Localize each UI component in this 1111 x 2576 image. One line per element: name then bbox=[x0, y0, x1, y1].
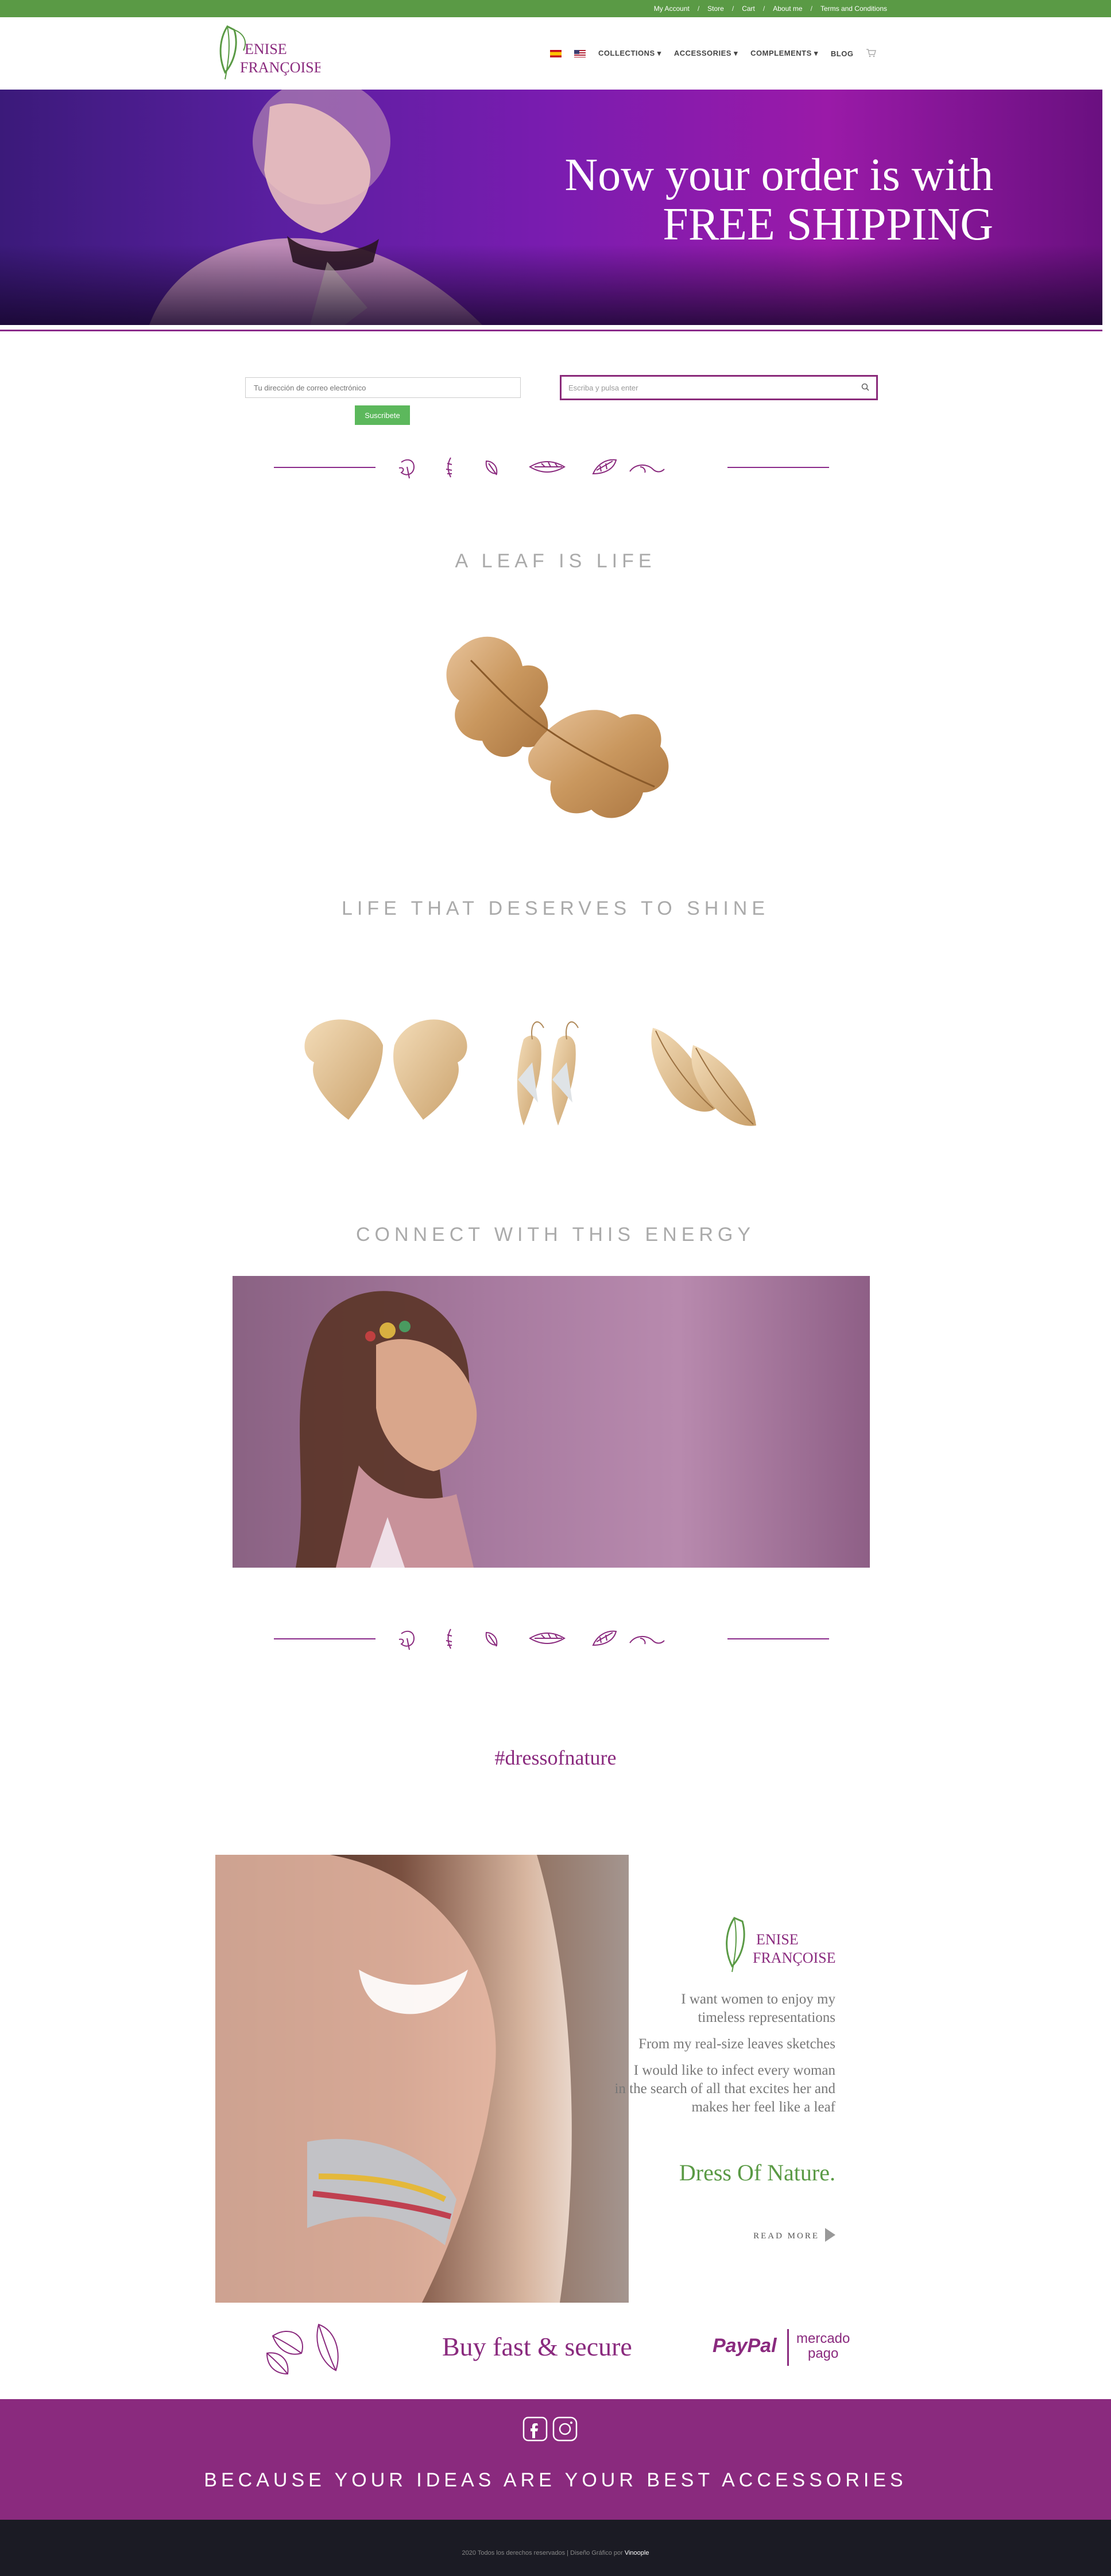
leaves-logo-icon bbox=[266, 2323, 339, 2375]
separator: / bbox=[810, 5, 812, 13]
section-title-shine: LIFE THAT DESERVES TO SHINE bbox=[341, 898, 770, 919]
social-links bbox=[522, 2416, 578, 2445]
top-links: My Account / Store / Cart / About me / T… bbox=[654, 0, 887, 17]
leaf-icons bbox=[398, 1629, 665, 1650]
section-title-leaf: A LEAF IS LIFE bbox=[455, 550, 656, 572]
chevron-down-icon: ▾ bbox=[814, 49, 818, 57]
nav-blog[interactable]: BLOG bbox=[831, 49, 854, 58]
mercadopago-text: mercado bbox=[796, 2331, 850, 2346]
read-more-label: READ MORE bbox=[753, 2231, 819, 2241]
arrow-right-icon bbox=[825, 2228, 835, 2245]
svg-text:FRANÇOISE: FRANÇOISE bbox=[753, 1950, 835, 1966]
payment-row: Buy fast & secure PayPal mercado pago bbox=[215, 2314, 853, 2383]
top-link-store[interactable]: Store bbox=[707, 5, 724, 13]
leaf-ornament bbox=[274, 450, 829, 484]
separator: / bbox=[762, 5, 765, 13]
subscribe-button[interactable]: Suscribete bbox=[355, 405, 410, 425]
promo-text-line: in the search of all that excites her an… bbox=[614, 2081, 835, 2097]
main-nav: COLLECTIONS ▾ ACCESSORIES ▾ COMPLEMENTS … bbox=[550, 45, 877, 62]
site-logo[interactable]: ENISE FRANÇOISE bbox=[217, 22, 323, 85]
promo-photo bbox=[215, 1855, 629, 2303]
divider bbox=[274, 1638, 376, 1639]
promo-text-line: I would like to infect every woman bbox=[633, 2063, 835, 2078]
read-more-link[interactable]: READ MORE bbox=[753, 2228, 835, 2245]
divider bbox=[727, 467, 829, 468]
uk-flag-icon[interactable] bbox=[574, 49, 586, 57]
copyright-text: 2020 Todos los derechos reservados | Dis… bbox=[462, 2550, 623, 2556]
divider bbox=[727, 1638, 829, 1639]
footer-tagline: BECAUSE YOUR IDEAS ARE YOUR BEST ACCESSO… bbox=[204, 2469, 907, 2491]
footer-band bbox=[0, 2399, 1111, 2520]
nav-complements[interactable]: COMPLEMENTS ▾ bbox=[750, 49, 818, 58]
earrings-product-1 bbox=[304, 1019, 467, 1120]
paypal-logo: PayPal bbox=[713, 2335, 777, 2357]
mercadopago-text: pago bbox=[807, 2346, 839, 2361]
chevron-down-icon: ▾ bbox=[734, 49, 738, 57]
promo-text-line: From my real-size leaves sketches bbox=[638, 2036, 835, 2052]
search-icon[interactable] bbox=[861, 383, 869, 393]
promo-text-line: makes her feel like a leaf bbox=[691, 2099, 835, 2115]
section-title-energy: CONNECT WITH THIS ENERGY bbox=[355, 1224, 756, 1246]
promo-block: ENISE FRANÇOISE I want women to enjoy my… bbox=[215, 1855, 853, 2303]
payment-headline: Buy fast & secure bbox=[442, 2332, 632, 2361]
top-link-my-account[interactable]: My Account bbox=[654, 5, 690, 13]
hashtag[interactable]: #dressofnature bbox=[0, 1746, 1111, 1770]
search-placeholder: Escriba y pulsa enter bbox=[568, 383, 638, 392]
promo-headline: Dress Of Nature. bbox=[679, 2160, 835, 2186]
top-link-about[interactable]: About me bbox=[773, 5, 802, 13]
promo-logo: ENISE FRANÇOISE bbox=[721, 1912, 835, 1981]
nav-collections[interactable]: COLLECTIONS ▾ bbox=[598, 49, 661, 58]
instagram-icon[interactable] bbox=[552, 2416, 578, 2445]
chevron-down-icon: ▾ bbox=[657, 49, 661, 57]
designer-link[interactable]: Vinoople bbox=[625, 2550, 649, 2556]
spain-flag-icon[interactable] bbox=[550, 49, 562, 57]
energy-photo[interactable] bbox=[233, 1276, 870, 1568]
leaf-icons bbox=[398, 457, 665, 479]
hero-heading-line2: FREE SHIPPING bbox=[663, 199, 993, 250]
cart-icon[interactable] bbox=[866, 48, 877, 59]
nav-accessories[interactable]: ACCESSORIES ▾ bbox=[674, 49, 738, 58]
leaf-jewelry-image[interactable] bbox=[436, 626, 683, 838]
bottom-bar bbox=[0, 2520, 1111, 2576]
email-field[interactable] bbox=[245, 377, 521, 398]
promo-text-line: I want women to enjoy my bbox=[681, 1991, 835, 2007]
mercadopago-logo: mercado pago bbox=[796, 2331, 850, 2361]
divider bbox=[787, 2329, 789, 2366]
earrings-gallery bbox=[303, 1011, 819, 1131]
earrings-product-3 bbox=[651, 1028, 756, 1126]
hero-heading-line1: Now your order is with bbox=[564, 150, 993, 200]
promo-text-line: timeless representations bbox=[698, 2010, 835, 2025]
search-input[interactable]: Escriba y pulsa enter bbox=[560, 375, 878, 400]
separator: / bbox=[731, 5, 734, 13]
facebook-icon[interactable] bbox=[522, 2416, 548, 2445]
hero-banner[interactable]: Now your order is with FREE SHIPPING bbox=[0, 90, 1102, 325]
divider bbox=[274, 467, 376, 468]
logo-text-1: ENISE bbox=[245, 41, 287, 57]
top-link-terms[interactable]: Terms and Conditions bbox=[820, 5, 887, 13]
promo-text: I want women to enjoy my timeless repres… bbox=[571, 1990, 835, 2117]
copyright: 2020 Todos los derechos reservados | Dis… bbox=[0, 2550, 1111, 2556]
top-bar: My Account / Store / Cart / About me / T… bbox=[0, 0, 1111, 17]
svg-text:ENISE: ENISE bbox=[756, 1931, 799, 1948]
earrings-product-2 bbox=[517, 1021, 579, 1125]
logo-text-2: FRANÇOISE bbox=[240, 59, 320, 76]
top-link-cart[interactable]: Cart bbox=[742, 5, 755, 13]
separator: / bbox=[697, 5, 700, 13]
leaf-ornament bbox=[274, 1621, 829, 1656]
divider bbox=[0, 330, 1102, 331]
